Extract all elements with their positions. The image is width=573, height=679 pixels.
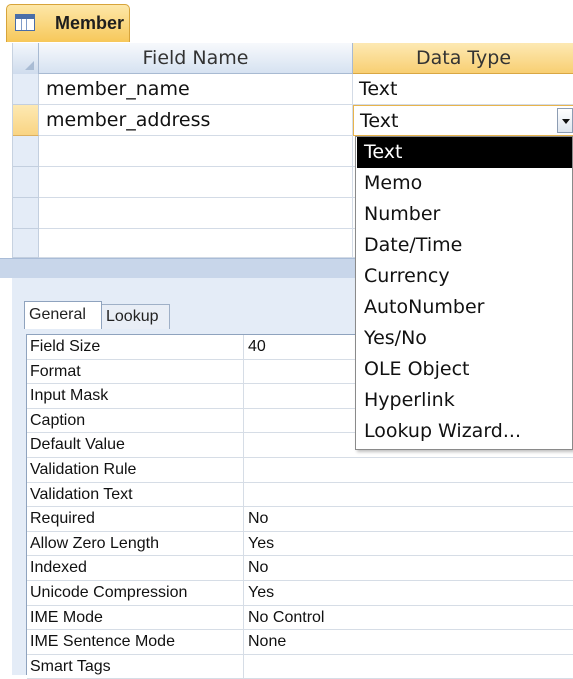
row-selector[interactable] — [13, 105, 39, 136]
property-name: Indexed — [30, 559, 87, 577]
property-name: Required — [30, 510, 95, 528]
document-tab-strip: Member — [0, 0, 573, 43]
dropdown-option-memo[interactable]: Memo — [357, 168, 572, 199]
property-name: Field Size — [30, 338, 101, 355]
property-value[interactable]: No — [243, 556, 573, 581]
property-name: Input Mask — [30, 387, 109, 405]
property-name: IME Mode — [30, 608, 103, 626]
data-type-combo-value: Text — [360, 110, 399, 132]
field-name-cell[interactable] — [39, 229, 353, 258]
column-header-data-type: Data Type — [353, 43, 573, 74]
property-name: Default Value — [30, 436, 125, 454]
select-all-corner[interactable] — [13, 43, 39, 74]
field-name-cell[interactable]: member_name — [39, 74, 353, 105]
property-name: IME Sentence Mode — [30, 633, 175, 651]
row-selector[interactable] — [13, 136, 39, 167]
dropdown-option-hyperlink[interactable]: Hyperlink — [357, 385, 572, 416]
dropdown-option-yes-no[interactable]: Yes/No — [357, 323, 572, 354]
dropdown-option-currency[interactable]: Currency — [357, 261, 572, 292]
property-row[interactable]: Validation Rule — [27, 458, 573, 483]
property-value[interactable]: No Control — [243, 605, 573, 630]
grid-header: Field Name Data Type — [13, 43, 573, 74]
property-row[interactable]: Allow Zero Length Yes — [27, 531, 573, 557]
dropdown-option-ole-object[interactable]: OLE Object — [357, 354, 572, 385]
document-tab-label: Member — [55, 13, 125, 33]
row-selector[interactable] — [13, 229, 39, 258]
field-name-cell[interactable] — [39, 136, 353, 167]
property-value[interactable] — [243, 458, 573, 482]
dropdown-option-text[interactable]: Text — [357, 137, 572, 168]
property-row[interactable]: IME Sentence Mode None — [27, 630, 573, 655]
chevron-down-icon[interactable] — [557, 108, 573, 133]
table-row[interactable]: member_address Text — [13, 105, 573, 136]
row-selector[interactable] — [13, 198, 39, 229]
data-type-dropdown-list[interactable]: Text Memo Number Date/Time Currency Auto… — [355, 136, 573, 450]
property-name: Unicode Compression — [30, 584, 188, 601]
field-name-cell[interactable] — [39, 167, 353, 198]
property-row[interactable]: Smart Tags — [27, 654, 573, 679]
data-type-cell[interactable]: Text — [353, 74, 573, 105]
table-row[interactable]: member_name Text — [13, 74, 573, 105]
property-name: Validation Rule — [30, 461, 137, 478]
property-row[interactable]: Validation Text — [27, 482, 573, 508]
tab-general[interactable]: General — [24, 301, 102, 329]
property-value[interactable]: Yes — [243, 581, 573, 605]
dropdown-option-autonumber[interactable]: AutoNumber — [357, 292, 572, 323]
property-name: Caption — [30, 411, 86, 429]
property-value[interactable]: None — [243, 630, 573, 655]
property-row[interactable]: Indexed No — [27, 556, 573, 581]
property-name: Validation Text — [30, 485, 133, 503]
dropdown-option-number[interactable]: Number — [357, 199, 572, 230]
property-value[interactable]: No — [243, 507, 573, 532]
table-icon — [15, 14, 35, 31]
property-value[interactable]: Yes — [243, 531, 573, 556]
document-tab-member[interactable]: Member — [6, 4, 130, 42]
column-header-field-name: Field Name — [39, 43, 353, 74]
row-selector[interactable] — [13, 167, 39, 198]
property-row[interactable]: Required No — [27, 507, 573, 532]
tab-lookup[interactable]: Lookup — [101, 304, 170, 329]
dropdown-option-date-time[interactable]: Date/Time — [357, 230, 572, 261]
property-value[interactable] — [243, 482, 573, 507]
property-row[interactable]: IME Mode No Control — [27, 605, 573, 631]
dropdown-option-lookup-wizard[interactable]: Lookup Wizard... — [357, 416, 572, 447]
property-name: Smart Tags — [30, 657, 111, 675]
field-name-cell[interactable] — [39, 198, 353, 229]
field-name-cell[interactable]: member_address — [39, 105, 353, 136]
property-name: Format — [30, 362, 81, 380]
property-value[interactable] — [243, 654, 573, 679]
row-selector[interactable] — [13, 74, 39, 105]
data-type-combo[interactable]: Text — [353, 105, 573, 136]
property-row[interactable]: Unicode Compression Yes — [27, 581, 573, 606]
property-name: Allow Zero Length — [30, 534, 159, 552]
